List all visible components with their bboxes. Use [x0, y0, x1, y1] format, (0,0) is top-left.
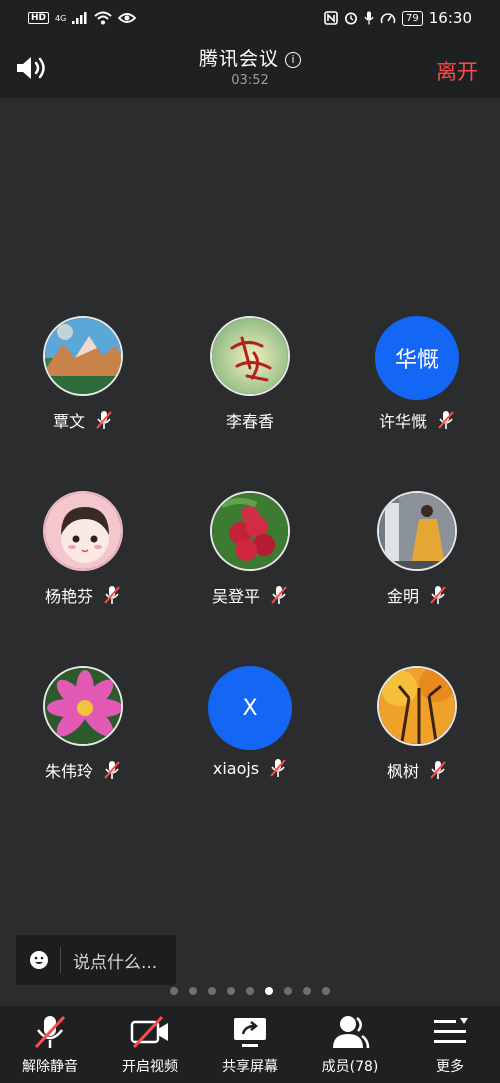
mic-muted-icon: [430, 761, 446, 779]
calligraphy-avatar-icon: [212, 318, 288, 394]
participant-tile[interactable]: 李春香: [180, 316, 320, 456]
hd-indicator: HD: [28, 12, 50, 24]
participant-name: 吴登平: [211, 587, 260, 606]
members-icon: [333, 1016, 370, 1049]
mic-muted-icon: [270, 759, 286, 777]
leave-button[interactable]: 离开: [436, 56, 478, 86]
avatar: [43, 491, 123, 571]
participant-tile[interactable]: 朱伟玲: [13, 666, 153, 806]
members-button[interactable]: 成员(78): [300, 1006, 400, 1083]
participant-name: 覃文: [52, 412, 85, 431]
start-video-label: 开启视频: [122, 1059, 178, 1075]
woman-photo-avatar-icon: [379, 493, 455, 569]
lotus-avatar-icon: [45, 668, 121, 744]
avatar: [43, 666, 123, 746]
more-button[interactable]: 更多: [400, 1006, 500, 1083]
mic-muted-icon: [430, 586, 446, 604]
participant-tile[interactable]: 金明: [347, 491, 487, 631]
mic-muted-icon: [438, 411, 454, 429]
mic-off-icon: [34, 1015, 66, 1049]
lychee-avatar-icon: [212, 493, 288, 569]
page-dot: [284, 987, 292, 995]
page-indicator: [0, 987, 500, 995]
mic-muted-icon: [96, 411, 112, 429]
camera-off-icon: [130, 1015, 168, 1049]
meeting-timer: 03:52: [231, 73, 269, 88]
page-dot: [246, 987, 254, 995]
participant-tile[interactable]: X xiaojs: [180, 666, 320, 806]
meeting-title[interactable]: 腾讯会议: [199, 48, 279, 70]
landscape-avatar-icon: [45, 318, 121, 394]
emoji-icon[interactable]: [29, 950, 49, 970]
chat-input[interactable]: 说点什么...: [16, 935, 176, 985]
unmute-button[interactable]: 解除静音: [0, 1006, 100, 1083]
info-icon[interactable]: i: [285, 52, 301, 68]
participant-tile[interactable]: 覃文: [13, 316, 153, 456]
members-label: 成员(78): [321, 1059, 379, 1075]
signal-icon: [72, 12, 87, 24]
wifi-icon: [94, 11, 112, 25]
more-menu-icon: [434, 1018, 468, 1043]
clock: 16:30: [428, 9, 472, 27]
participant-name: 朱伟玲: [44, 762, 93, 781]
participant-name: 许华慨: [378, 412, 427, 431]
cartoon-girl-avatar-icon: [45, 493, 121, 569]
mic-muted-icon: [104, 586, 120, 604]
page-dot: [189, 987, 197, 995]
speed-icon: [380, 13, 396, 24]
page-dot: [208, 987, 216, 995]
participant-tile[interactable]: 杨艳芬: [13, 491, 153, 631]
page-dot: [322, 987, 330, 995]
avatar: [377, 491, 457, 571]
page-dot: [170, 987, 178, 995]
more-label: 更多: [436, 1059, 464, 1075]
participant-name: xiaojs: [212, 758, 260, 778]
page-dot-active: [265, 987, 273, 995]
eye-icon: [118, 13, 137, 23]
battery-level: 79: [402, 10, 423, 26]
meeting-header: 腾讯会议 i 03:52 离开: [0, 36, 500, 98]
avatar: [210, 491, 290, 571]
participant-tile[interactable]: 吴登平: [180, 491, 320, 631]
mic-muted-icon: [104, 761, 120, 779]
participant-name: 杨艳芬: [44, 587, 93, 606]
avatar: [43, 316, 123, 396]
mic-status-icon: [364, 11, 374, 25]
bottom-toolbar: 解除静音 开启视频 共享屏幕 成员(78) 更多: [0, 1006, 500, 1083]
participant-name: 金明: [386, 587, 419, 606]
network-type: 4G: [55, 13, 67, 23]
share-screen-button[interactable]: 共享屏幕: [200, 1006, 300, 1083]
share-screen-label: 共享屏幕: [222, 1059, 278, 1075]
unmute-label: 解除静音: [22, 1059, 78, 1075]
autumn-trees-avatar-icon: [379, 668, 455, 744]
participant-name: 李春香: [225, 412, 274, 431]
page-dot: [227, 987, 235, 995]
participant-tile[interactable]: 枫树: [347, 666, 487, 806]
divider: [60, 947, 61, 973]
avatar: [210, 316, 290, 396]
participant-tile[interactable]: 华慨 许华慨: [347, 316, 487, 456]
avatar: [377, 666, 457, 746]
avatar: 华慨: [375, 316, 459, 400]
nfc-icon: [324, 11, 338, 25]
start-video-button[interactable]: 开启视频: [100, 1006, 200, 1083]
share-screen-icon: [234, 1018, 266, 1047]
alarm-icon: [345, 12, 358, 25]
page-dot: [303, 987, 311, 995]
chat-placeholder: 说点什么...: [73, 952, 158, 973]
mic-muted-icon: [271, 586, 287, 604]
participant-name: 枫树: [386, 762, 419, 781]
avatar: X: [208, 666, 292, 750]
status-bar: HD 4G 79 16:30: [0, 0, 500, 36]
